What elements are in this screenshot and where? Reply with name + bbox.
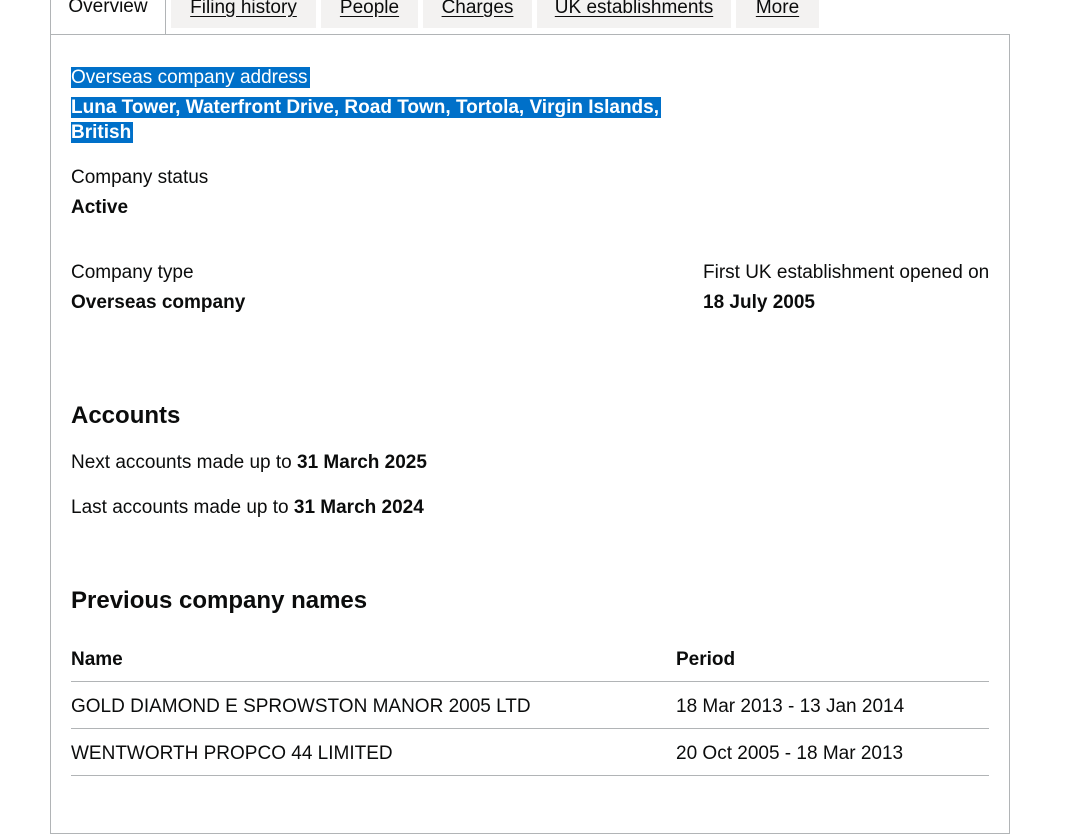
next-accounts: Next accounts made up to 31 March 2025: [71, 450, 427, 475]
tab-charges[interactable]: Charges: [423, 0, 532, 28]
tab-overview-label: Overview: [68, 0, 148, 17]
table-divider: [71, 775, 989, 776]
first-uk-establishment-label: First UK establishment opened on: [703, 262, 990, 283]
tab-overview[interactable]: Overview: [50, 0, 166, 34]
tab-charges-link[interactable]: Charges: [442, 0, 514, 18]
tab-more-link[interactable]: More: [756, 0, 799, 18]
last-accounts-prefix: Last accounts made up to: [71, 497, 294, 518]
tab-more[interactable]: More: [736, 0, 819, 28]
address-label: Overseas company address: [71, 65, 310, 90]
tab-filing-history-link[interactable]: Filing history: [190, 0, 297, 18]
table-divider: [71, 728, 989, 729]
table-divider: [71, 681, 989, 682]
first-uk-establishment-value: 18 July 2005: [703, 292, 815, 313]
table-row-name: GOLD DIAMOND E SPROWSTON MANOR 2005 LTD: [71, 696, 531, 717]
address-line-1: Luna Tower, Waterfront Drive, Road Town,…: [71, 95, 661, 120]
accounts-heading: Accounts: [71, 402, 181, 429]
table-row-name: WENTWORTH PROPCO 44 LIMITED: [71, 743, 393, 764]
tab-people[interactable]: People: [321, 0, 418, 28]
tab-people-link[interactable]: People: [340, 0, 399, 18]
address-line-1-text: Luna Tower, Waterfront Drive, Road Town,…: [71, 97, 661, 118]
table-row-period: 20 Oct 2005 - 18 Mar 2013: [676, 743, 904, 764]
last-accounts-date: 31 March 2024: [293, 497, 424, 518]
address-line-2-text: British: [71, 122, 134, 143]
address-line-2: British: [71, 120, 134, 145]
company-status-value: Active: [71, 197, 129, 218]
next-accounts-prefix: Next accounts made up to: [71, 452, 298, 473]
column-header-period: Period: [676, 649, 736, 670]
table-row-period: 18 Mar 2013 - 13 Jan 2014: [676, 696, 905, 717]
previous-names-heading: Previous company names: [71, 587, 368, 614]
company-status-label: Company status: [71, 167, 209, 188]
tab-uk-establishments-link[interactable]: UK establishments: [555, 0, 713, 18]
last-accounts: Last accounts made up to 31 March 2024: [71, 495, 424, 520]
column-header-name: Name: [71, 649, 123, 670]
company-type-label: Company type: [71, 262, 194, 283]
tab-filing-history[interactable]: Filing history: [171, 0, 316, 28]
address-label-text: Overseas company address: [71, 67, 310, 88]
tab-uk-establishments[interactable]: UK establishments: [537, 0, 731, 28]
next-accounts-date: 31 March 2025: [297, 452, 427, 473]
company-type-value: Overseas company: [71, 292, 246, 313]
